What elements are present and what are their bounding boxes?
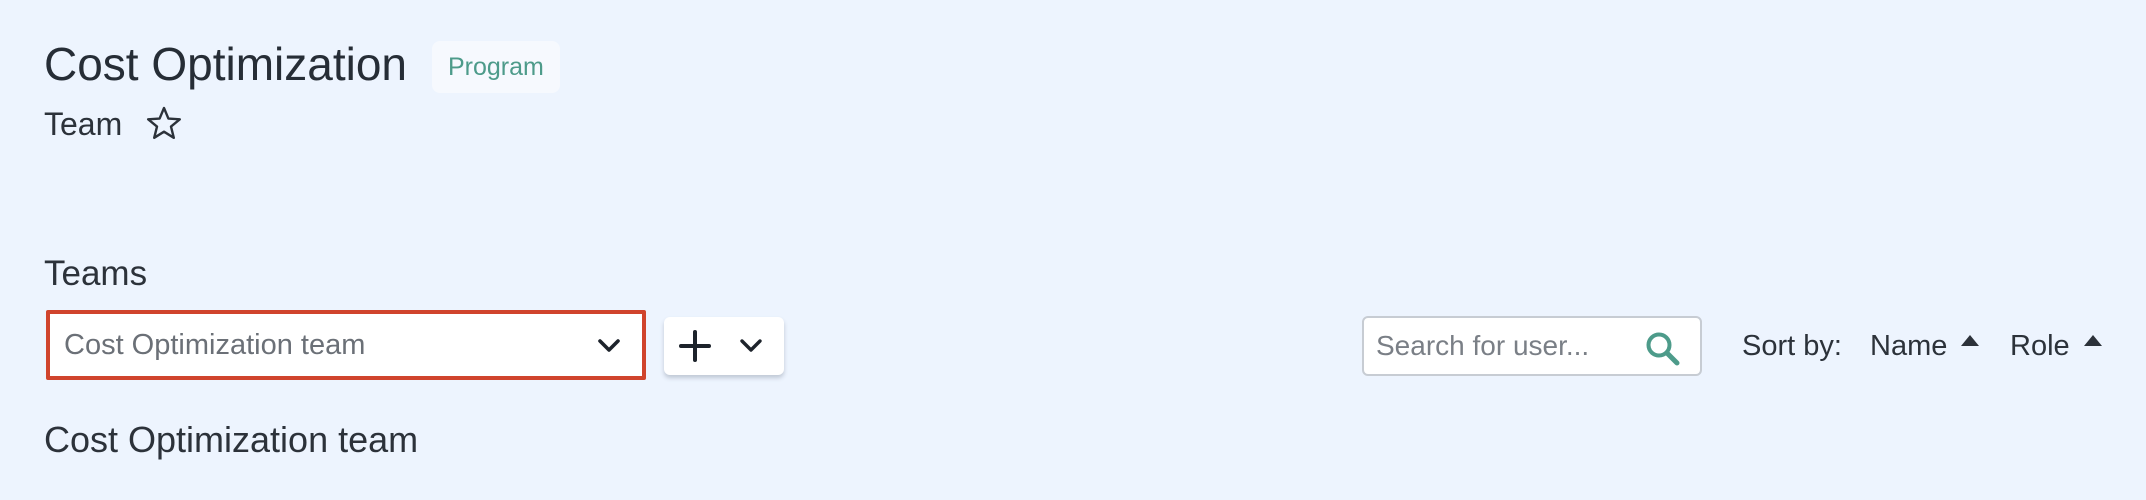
current-team-heading: Cost Optimization team bbox=[44, 419, 419, 460]
star-icon bbox=[146, 106, 181, 139]
page-title: Cost Optimization bbox=[44, 38, 408, 90]
team-select-dropdown[interactable]: Cost Optimization team bbox=[46, 310, 646, 380]
sort-name-label: Name bbox=[1870, 330, 1948, 362]
user-search-box bbox=[1362, 316, 1702, 376]
user-search-input[interactable] bbox=[1376, 320, 1636, 372]
sort-role-label: Role bbox=[2010, 330, 2070, 362]
add-options-chevron-icon[interactable] bbox=[736, 331, 766, 361]
add-team-button-group bbox=[664, 317, 784, 375]
chevron-down-icon bbox=[598, 339, 620, 352]
caret-up-icon bbox=[2083, 335, 2102, 346]
search-icon[interactable] bbox=[1644, 330, 1682, 368]
add-team-button[interactable] bbox=[674, 325, 716, 367]
sort-by-label: Sort by: bbox=[1742, 330, 1842, 362]
type-badge: Program bbox=[432, 41, 560, 93]
sort-by-role-button[interactable]: Role bbox=[2010, 327, 2102, 365]
team-select-value: Cost Optimization team bbox=[64, 329, 366, 361]
page-subtitle: Team bbox=[44, 106, 123, 142]
caret-up-icon bbox=[1961, 335, 1980, 346]
favorite-button[interactable] bbox=[144, 104, 184, 144]
sort-by-name-button[interactable]: Name bbox=[1870, 327, 1980, 365]
teams-section-title: Teams bbox=[44, 254, 148, 293]
